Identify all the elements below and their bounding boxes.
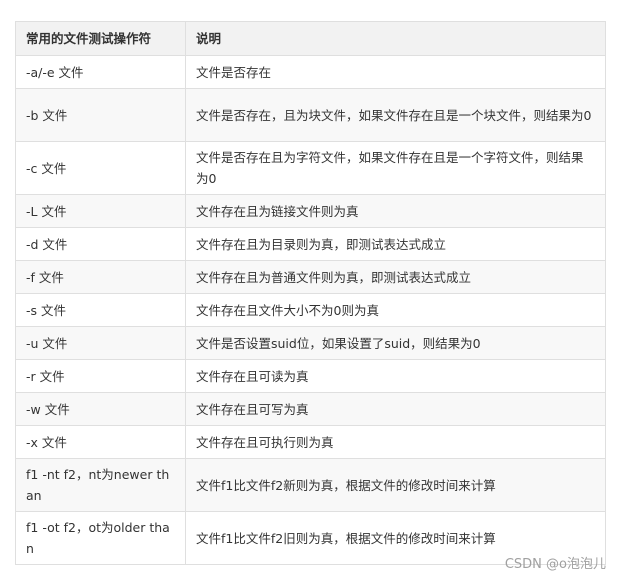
file-test-operators-table: 常用的文件测试操作符 说明 -a/-e 文件 文件是否存在 -b 文件 文件是否存在，… — [15, 21, 606, 565]
table-row: -L 文件 文件存在且为链接文件则为真 — [15, 194, 606, 228]
header-operator: 常用的文件测试操作符 — [15, 21, 186, 56]
header-description: 说明 — [185, 21, 606, 56]
operator-cell: -x 文件 — [15, 425, 186, 459]
description-cell: 文件存在且可执行则为真 — [185, 425, 606, 459]
description-cell: 文件存在且为链接文件则为真 — [185, 194, 606, 228]
table-row: f1 -nt f2，nt为newer than 文件f1比文件f2新则为真，根据文… — [15, 458, 606, 512]
operator-cell: -d 文件 — [15, 227, 186, 261]
table-row: -a/-e 文件 文件是否存在 — [15, 55, 606, 89]
table-header-row: 常用的文件测试操作符 说明 — [15, 21, 606, 56]
operator-cell: -a/-e 文件 — [15, 55, 186, 89]
table-row: -r 文件 文件存在且可读为真 — [15, 359, 606, 393]
operator-cell: f1 -ot f2，ot为older than — [15, 511, 186, 565]
csdn-watermark: CSDN @o泡泡儿 — [504, 557, 606, 572]
description-cell: 文件存在且可写为真 — [185, 392, 606, 426]
table-row: -u 文件 文件是否设置suid位，如果设置了suid，则结果为0 — [15, 326, 606, 360]
operator-cell: -r 文件 — [15, 359, 186, 393]
operator-cell: -u 文件 — [15, 326, 186, 360]
description-cell: 文件存在且文件大小不为0则为真 — [185, 293, 606, 327]
description-cell: 文件是否存在且为字符文件，如果文件存在且是一个字符文件，则结果为0 — [185, 141, 606, 195]
operator-cell: -f 文件 — [15, 260, 186, 294]
operator-cell: -L 文件 — [15, 194, 186, 228]
description-cell: 文件f1比文件f2新则为真，根据文件的修改时间来计算 — [185, 458, 606, 512]
table-row: -x 文件 文件存在且可执行则为真 — [15, 425, 606, 459]
table-row: -f 文件 文件存在且为普通文件则为真，即测试表达式成立 — [15, 260, 606, 294]
table-row: -d 文件 文件存在且为目录则为真，即测试表达式成立 — [15, 227, 606, 261]
operator-cell: -c 文件 — [15, 141, 186, 195]
operator-cell: f1 -nt f2，nt为newer than — [15, 458, 186, 512]
description-cell: 文件存在且可读为真 — [185, 359, 606, 393]
table-row: -s 文件 文件存在且文件大小不为0则为真 — [15, 293, 606, 327]
table-row: -c 文件 文件是否存在且为字符文件，如果文件存在且是一个字符文件，则结果为0 — [15, 141, 606, 195]
operator-cell: -w 文件 — [15, 392, 186, 426]
description-cell: 文件存在且为普通文件则为真，即测试表达式成立 — [185, 260, 606, 294]
operator-cell: -b 文件 — [15, 88, 186, 142]
description-cell: 文件是否存在，且为块文件，如果文件存在且是一个块文件，则结果为0 — [185, 88, 606, 142]
operator-cell: -s 文件 — [15, 293, 186, 327]
description-cell: 文件是否存在 — [185, 55, 606, 89]
table-row: -w 文件 文件存在且可写为真 — [15, 392, 606, 426]
description-cell: 文件是否设置suid位，如果设置了suid，则结果为0 — [185, 326, 606, 360]
description-cell: 文件存在且为目录则为真，即测试表达式成立 — [185, 227, 606, 261]
table-row: -b 文件 文件是否存在，且为块文件，如果文件存在且是一个块文件，则结果为0 — [15, 88, 606, 142]
